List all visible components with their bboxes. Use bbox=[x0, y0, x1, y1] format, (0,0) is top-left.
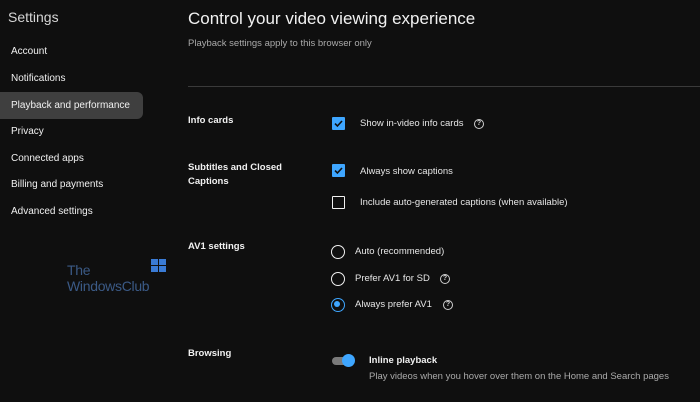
sidebar-item-notifications[interactable]: Notifications bbox=[0, 65, 143, 92]
sidebar: Settings Account Notifications Playback … bbox=[0, 0, 150, 402]
auto-generated-captions-checkbox[interactable] bbox=[332, 196, 345, 209]
av1-always-prefer-radio[interactable] bbox=[331, 298, 345, 312]
page-title: Control your video viewing experience bbox=[188, 9, 476, 28]
section-label-av1: AV1 settings bbox=[188, 241, 245, 252]
sidebar-item-account[interactable]: Account bbox=[0, 38, 143, 65]
sidebar-item-playback-and-performance[interactable]: Playback and performance bbox=[0, 92, 143, 119]
checkmark-icon bbox=[334, 120, 343, 128]
sidebar-item-advanced-settings[interactable]: Advanced settings bbox=[0, 198, 143, 225]
inline-playback-description: Play videos when you hover over them on … bbox=[369, 371, 669, 382]
watermark-line-2: WindowsClub bbox=[67, 278, 150, 294]
help-icon[interactable]: ? bbox=[440, 274, 450, 284]
section-label-browsing: Browsing bbox=[188, 348, 232, 359]
auto-generated-captions-label: Include auto-generated captions (when av… bbox=[360, 197, 568, 208]
watermark-line-1: The bbox=[67, 262, 91, 278]
always-show-captions-checkbox[interactable] bbox=[332, 164, 345, 177]
settings-page: Settings Account Notifications Playback … bbox=[0, 0, 700, 402]
page-subtitle: Playback settings apply to this browser … bbox=[188, 38, 372, 49]
sidebar-item-connected-apps[interactable]: Connected apps bbox=[0, 145, 143, 172]
help-icon[interactable]: ? bbox=[474, 119, 484, 129]
av1-always-prefer-label: Always prefer AV1 bbox=[355, 299, 432, 310]
header-divider bbox=[188, 86, 700, 87]
section-label-captions: Subtitles and Closed Captions bbox=[188, 162, 282, 187]
sidebar-item-billing-and-payments[interactable]: Billing and payments bbox=[0, 171, 143, 198]
help-icon[interactable]: ? bbox=[443, 300, 453, 310]
info-cards-checkbox[interactable] bbox=[332, 117, 345, 130]
section-label-info-cards: Info cards bbox=[188, 115, 234, 126]
toggle-thumb bbox=[342, 354, 355, 367]
inline-playback-toggle[interactable] bbox=[331, 354, 355, 368]
sidebar-item-privacy[interactable]: Privacy bbox=[0, 118, 143, 145]
av1-prefer-sd-label: Prefer AV1 for SD bbox=[355, 273, 430, 284]
sidebar-title: Settings bbox=[8, 9, 59, 25]
av1-auto-radio[interactable] bbox=[331, 245, 345, 259]
watermark-logo: The WindowsClub bbox=[67, 259, 166, 294]
inline-playback-title: Inline playback bbox=[369, 355, 438, 366]
always-show-captions-label: Always show captions bbox=[360, 166, 453, 177]
checkmark-icon bbox=[334, 167, 343, 175]
av1-auto-label: Auto (recommended) bbox=[355, 246, 445, 257]
windows-logo-icon bbox=[151, 259, 167, 273]
av1-prefer-sd-radio[interactable] bbox=[331, 272, 345, 286]
info-cards-option-label: Show in-video info cards bbox=[360, 118, 464, 129]
